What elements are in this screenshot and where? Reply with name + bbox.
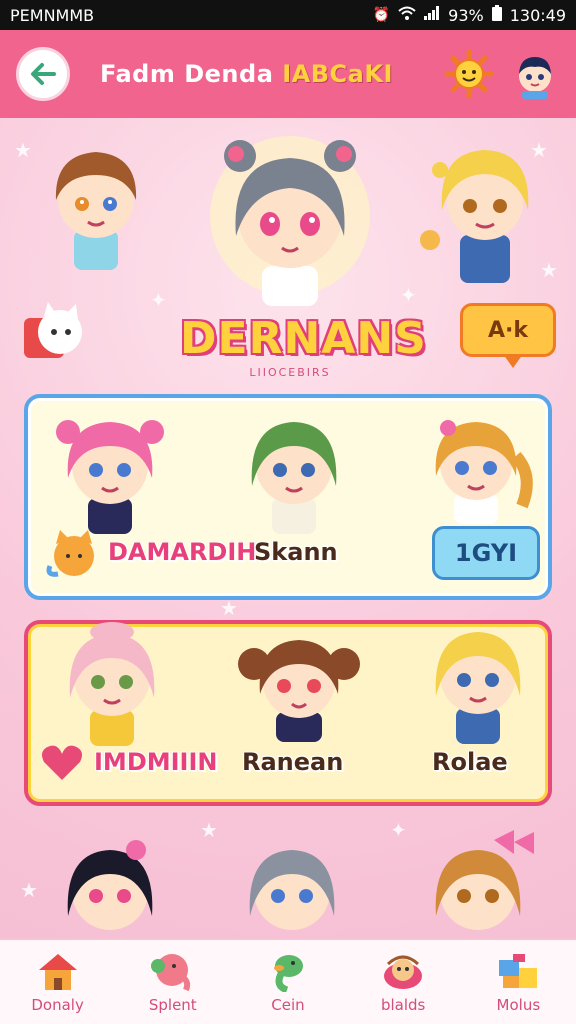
dino-icon: [273, 955, 303, 992]
nav-label-blalds: blalds: [380, 996, 426, 1014]
avatar-boy-icon[interactable]: [510, 49, 560, 99]
sparkle-icon: ★: [200, 818, 218, 842]
signal-icon: [424, 6, 440, 24]
character-brown-girl[interactable]: [36, 130, 156, 280]
sparkle-icon: ✦: [150, 288, 167, 312]
back-button[interactable]: [16, 47, 70, 101]
home-icon: [38, 954, 77, 990]
level-button[interactable]: 1GYI: [432, 526, 540, 580]
character-name-4: Ranean: [242, 748, 344, 776]
sparkle-icon: ★: [14, 138, 32, 162]
nav-label-cein: Cein: [271, 996, 305, 1014]
alarm-icon: ⏰: [372, 7, 391, 23]
character-yellow-girl[interactable]: [418, 616, 538, 746]
hero-subtitle: LIIOCEBIRS: [249, 366, 331, 379]
app-title-main: Fadm Denda: [100, 60, 274, 88]
basket-icon: [384, 955, 423, 989]
character-name-3: IMDMIIIN: [94, 748, 218, 776]
nav-item-molus[interactable]: Molus: [468, 950, 568, 1014]
heart-icon[interactable]: [40, 742, 84, 782]
character-pigtail-girl[interactable]: [234, 624, 364, 744]
character-green-girl[interactable]: [234, 406, 354, 536]
character-name-5: Rolae: [432, 748, 508, 776]
character-black-hair-girl[interactable]: [50, 826, 170, 938]
sparkle-icon: ★: [20, 878, 38, 902]
carrier-label: PEMNMMB: [10, 5, 95, 25]
nav-label-splent: Splent: [148, 996, 197, 1014]
bottom-nav: Donaly Splent Cein blalds Molus: [0, 938, 576, 1024]
nav-label-molus: Molus: [496, 996, 541, 1014]
nav-item-home[interactable]: Donaly: [8, 950, 108, 1014]
battery-icon: [491, 5, 502, 25]
level-button-label: 1GYI: [454, 539, 518, 567]
sparkle-icon: ✦: [390, 818, 407, 842]
elephant-icon: [150, 954, 190, 992]
character-fox-mascot[interactable]: [46, 526, 102, 582]
nav-item-splent[interactable]: Splent: [123, 950, 223, 1014]
character-name-1: DAMARDIH: [108, 538, 257, 566]
blocks-icon: [499, 954, 538, 988]
arrow-left-icon: [31, 63, 56, 85]
speech-bubble-button[interactable]: A·k: [460, 303, 556, 368]
hero-title: DERNANS: [180, 313, 427, 364]
character-name-2: Skann: [254, 538, 338, 566]
app-title-accent: IABCaKI: [282, 60, 393, 88]
character-grey-hair-girl[interactable]: [232, 826, 352, 938]
app-title: Fadm Denda IABCaKI: [100, 60, 393, 88]
character-rose-girl[interactable]: [52, 618, 172, 748]
clock: 130:49: [509, 5, 566, 25]
nav-label-home: Donaly: [31, 996, 84, 1014]
sparkle-icon: ✦: [400, 283, 417, 307]
hero-logo: DERNANS LIIOCEBIRS: [180, 313, 427, 379]
character-bow-girl[interactable]: [418, 824, 538, 938]
character-blonde-girl[interactable]: [420, 130, 550, 290]
speech-bubble-label: A·k: [487, 317, 528, 343]
character-cat-mascot[interactable]: [18, 298, 88, 368]
wifi-icon: [398, 6, 416, 24]
sun-face-icon[interactable]: [444, 49, 494, 99]
character-orange-girl[interactable]: [416, 406, 536, 526]
app-header: Fadm Denda IABCaKI: [0, 30, 576, 118]
character-pink-girl[interactable]: [50, 406, 170, 536]
status-bar: PEMNMMB ⏰ 93% 130:49: [0, 0, 576, 30]
nav-item-blalds[interactable]: blalds: [353, 950, 453, 1014]
battery-percent: 93%: [448, 5, 484, 25]
nav-item-cein[interactable]: Cein: [238, 950, 338, 1014]
status-indicators: ⏰ 93% 130:49: [373, 5, 566, 25]
character-grey-girl-hero[interactable]: [200, 126, 380, 306]
main-content: ★ ★ ✦ ✦ ★ ★ ★ ✦ ★ DERNANS LIIOCEBIRS A·k…: [0, 118, 576, 938]
character-panel-1: DAMARDIH Skann 1GYI: [24, 394, 552, 600]
character-panel-2: IMDMIIIN Ranean Rolae: [24, 620, 552, 806]
